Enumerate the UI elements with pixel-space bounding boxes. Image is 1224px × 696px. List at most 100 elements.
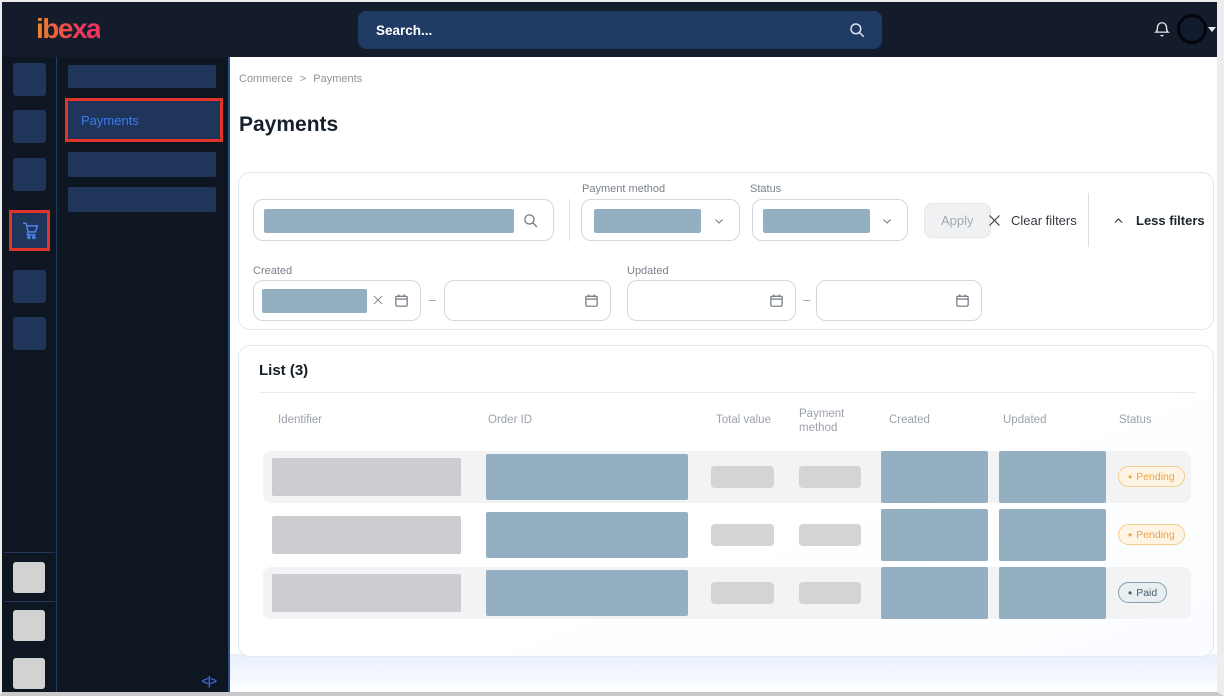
less-filters-button[interactable]: Less filters <box>1111 203 1205 238</box>
column-header-created: Created <box>889 414 930 426</box>
table-row[interactable]: Paid <box>263 567 1191 619</box>
rail-bottom-item-3[interactable] <box>13 658 45 689</box>
redacted-identifier-cell <box>272 458 461 496</box>
range-dash: – <box>803 292 810 307</box>
redacted-payment-method-cell <box>799 524 861 546</box>
user-menu-caret-icon[interactable] <box>1208 27 1216 32</box>
redacted-order-id-cell <box>486 570 688 616</box>
page-title: Payments <box>239 113 338 137</box>
bell-icon <box>1153 20 1171 39</box>
payments-list-panel: List (3) Identifier Order ID Total value… <box>238 345 1214 657</box>
rail-item-6[interactable] <box>13 317 46 350</box>
close-icon <box>987 213 1002 228</box>
less-filters-label: Less filters <box>1136 213 1205 228</box>
redacted-updated-cell <box>999 567 1106 619</box>
redacted-select-value <box>594 209 701 233</box>
sidebar-item-4[interactable] <box>68 187 216 212</box>
bottom-gradient <box>230 654 1217 692</box>
calendar-icon[interactable] <box>954 292 971 309</box>
sidebar-item-1[interactable] <box>68 65 216 88</box>
column-header-payment-method: Payment method <box>799 407 857 435</box>
sidebar-collapse-button[interactable]: <|> <box>202 674 216 688</box>
notifications-button[interactable] <box>1153 20 1171 44</box>
redacted-order-id-cell <box>486 454 688 500</box>
calendar-icon[interactable] <box>768 292 785 309</box>
rail-bottom-item-2[interactable] <box>13 610 45 641</box>
payment-method-label: Payment method <box>582 183 665 195</box>
app-window: ibexa Search... <box>0 0 1224 696</box>
redacted-payment-method-cell <box>799 582 861 604</box>
user-avatar[interactable] <box>1177 14 1207 44</box>
search-icon <box>522 212 539 229</box>
column-header-order-id: Order ID <box>488 414 532 426</box>
calendar-icon[interactable] <box>583 292 600 309</box>
redacted-date-value <box>262 289 367 313</box>
filter-divider <box>569 199 570 241</box>
top-navigation-bar: ibexa Search... <box>2 2 1217 57</box>
primary-icon-rail <box>2 57 57 692</box>
status-select[interactable] <box>752 199 908 241</box>
rail-item-5[interactable] <box>13 270 46 303</box>
shopping-cart-icon <box>19 220 41 242</box>
filter-divider <box>1088 193 1089 247</box>
table-row[interactable]: Pending <box>263 509 1191 561</box>
redacted-total-value-cell <box>711 524 774 546</box>
created-label: Created <box>253 265 292 277</box>
breadcrumb: Commerce > Payments <box>239 73 362 85</box>
clear-filters-button[interactable]: Clear filters <box>987 203 1077 238</box>
clear-date-icon[interactable] <box>372 294 384 306</box>
created-to-date-input[interactable] <box>444 280 611 321</box>
redacted-identifier-cell <box>272 516 461 554</box>
table-row[interactable]: Pending <box>263 451 1191 503</box>
redacted-identifier-cell <box>272 574 461 612</box>
status-badge: Pending <box>1118 524 1185 545</box>
range-dash: – <box>429 292 436 307</box>
redacted-select-value <box>763 209 870 233</box>
status-label: Status <box>750 183 781 195</box>
created-from-date-input[interactable] <box>253 280 421 321</box>
rail-item-3[interactable] <box>13 158 46 191</box>
rail-item-commerce[interactable] <box>9 210 50 251</box>
chevron-down-icon <box>880 215 894 227</box>
list-title: List (3) <box>259 362 308 379</box>
chevron-down-icon <box>712 215 726 227</box>
redacted-payment-method-cell <box>799 466 861 488</box>
redacted-updated-cell <box>999 509 1106 561</box>
redacted-order-id-cell <box>486 512 688 558</box>
global-search-input[interactable]: Search... <box>358 11 882 49</box>
rail-divider <box>4 552 55 553</box>
redacted-created-cell <box>881 567 988 619</box>
sidebar-item-payments[interactable]: Payments <box>65 98 223 142</box>
rail-item-1[interactable] <box>13 63 46 96</box>
updated-from-date-input[interactable] <box>627 280 796 321</box>
filter-search-input[interactable] <box>253 199 554 241</box>
redacted-total-value-cell <box>711 466 774 488</box>
apply-button[interactable]: Apply <box>924 203 991 238</box>
redacted-total-value-cell <box>711 582 774 604</box>
payment-method-select[interactable] <box>581 199 740 241</box>
rail-item-2[interactable] <box>13 110 46 143</box>
sidebar-item-payments-label: Payments <box>81 113 139 128</box>
ibexa-logo[interactable]: ibexa <box>36 13 100 45</box>
status-badge: Pending <box>1118 466 1185 487</box>
global-search-placeholder: Search... <box>376 23 432 38</box>
column-header-identifier: Identifier <box>278 414 322 426</box>
updated-to-date-input[interactable] <box>816 280 982 321</box>
column-header-status: Status <box>1119 414 1152 426</box>
breadcrumb-separator: > <box>300 73 306 85</box>
main-content: Commerce > Payments Payments Payment met… <box>230 57 1217 692</box>
updated-label: Updated <box>627 265 669 277</box>
search-icon <box>848 21 866 39</box>
calendar-icon[interactable] <box>393 292 410 309</box>
redacted-updated-cell <box>999 451 1106 503</box>
sidebar-item-3[interactable] <box>68 152 216 177</box>
secondary-sidebar: Payments <|> <box>57 57 230 692</box>
rail-bottom-item-1[interactable] <box>13 562 45 593</box>
list-divider <box>259 392 1195 393</box>
breadcrumb-commerce[interactable]: Commerce <box>239 73 293 85</box>
breadcrumb-payments: Payments <box>313 73 362 85</box>
status-badge: Paid <box>1118 582 1167 603</box>
filters-panel: Payment method Status Apply Clear filter… <box>238 172 1214 330</box>
column-header-total-value: Total value <box>716 414 771 426</box>
redacted-created-cell <box>881 451 988 503</box>
